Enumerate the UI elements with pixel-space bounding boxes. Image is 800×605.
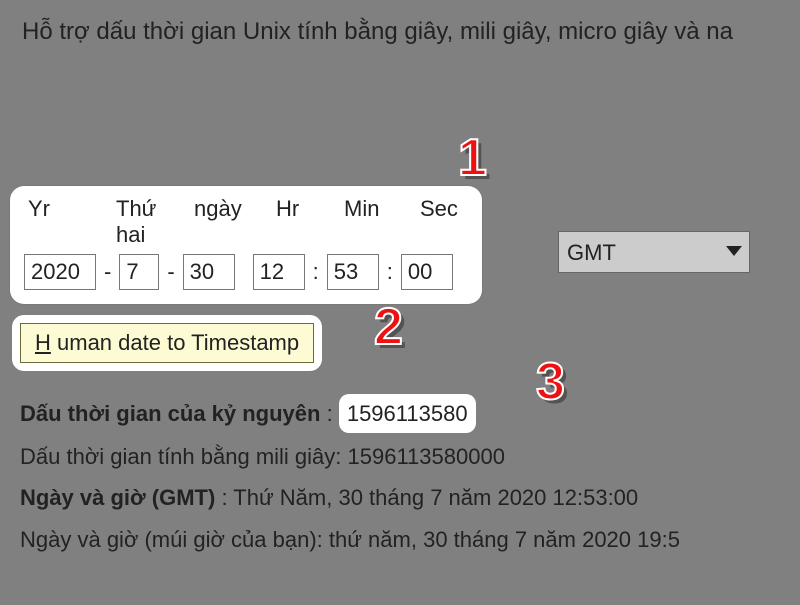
callout-3: 3 (536, 352, 565, 412)
ms-line: Dấu thời gian tính bằng mili giây: 15961… (20, 439, 680, 474)
minute-input[interactable] (327, 254, 379, 290)
date-input-panel: Yr Thứ hai ngày Hr Min Sec - - : : (10, 186, 482, 304)
epoch-label: Dấu thời gian của kỷ nguyên (20, 401, 320, 426)
colon-1: : (305, 259, 327, 285)
hour-input[interactable] (253, 254, 305, 290)
epoch-sep: : (320, 401, 338, 426)
year-input[interactable] (24, 254, 96, 290)
convert-button-wrap: H uman date to Timestamp (12, 315, 322, 371)
results-block: Dấu thời gian của kỷ nguyên : 1596113580… (20, 394, 680, 563)
label-hour: Hr (274, 196, 342, 222)
label-sec: Sec (418, 196, 468, 222)
colon-2: : (379, 259, 401, 285)
label-year: Yr (26, 196, 114, 222)
month-input[interactable] (119, 254, 159, 290)
local-line: Ngày và giờ (múi giờ của bạn): thứ năm, … (20, 522, 680, 557)
label-month: Thứ hai (114, 196, 192, 248)
button-rest-label: uman date to Timestamp (51, 330, 299, 355)
label-min: Min (342, 196, 418, 222)
sep-1: - (96, 259, 119, 285)
callout-1: 1 (458, 128, 487, 188)
gmt-rest: : Thứ Năm, 30 tháng 7 năm 2020 12:53:00 (215, 485, 638, 510)
epoch-timestamp-value: 1596113580 (339, 394, 476, 433)
callout-2: 2 (374, 297, 403, 357)
day-input[interactable] (183, 254, 235, 290)
button-hotkey-letter: H (35, 330, 51, 355)
human-to-timestamp-button[interactable]: H uman date to Timestamp (20, 323, 314, 363)
sep-2: - (159, 259, 182, 285)
intro-text: Hỗ trợ dấu thời gian Unix tính bằng giây… (22, 18, 733, 46)
timezone-select[interactable]: GMT (558, 231, 750, 273)
second-input[interactable] (401, 254, 453, 290)
label-day: ngày (192, 196, 274, 222)
gmt-label: Ngày và giờ (GMT) (20, 485, 215, 510)
